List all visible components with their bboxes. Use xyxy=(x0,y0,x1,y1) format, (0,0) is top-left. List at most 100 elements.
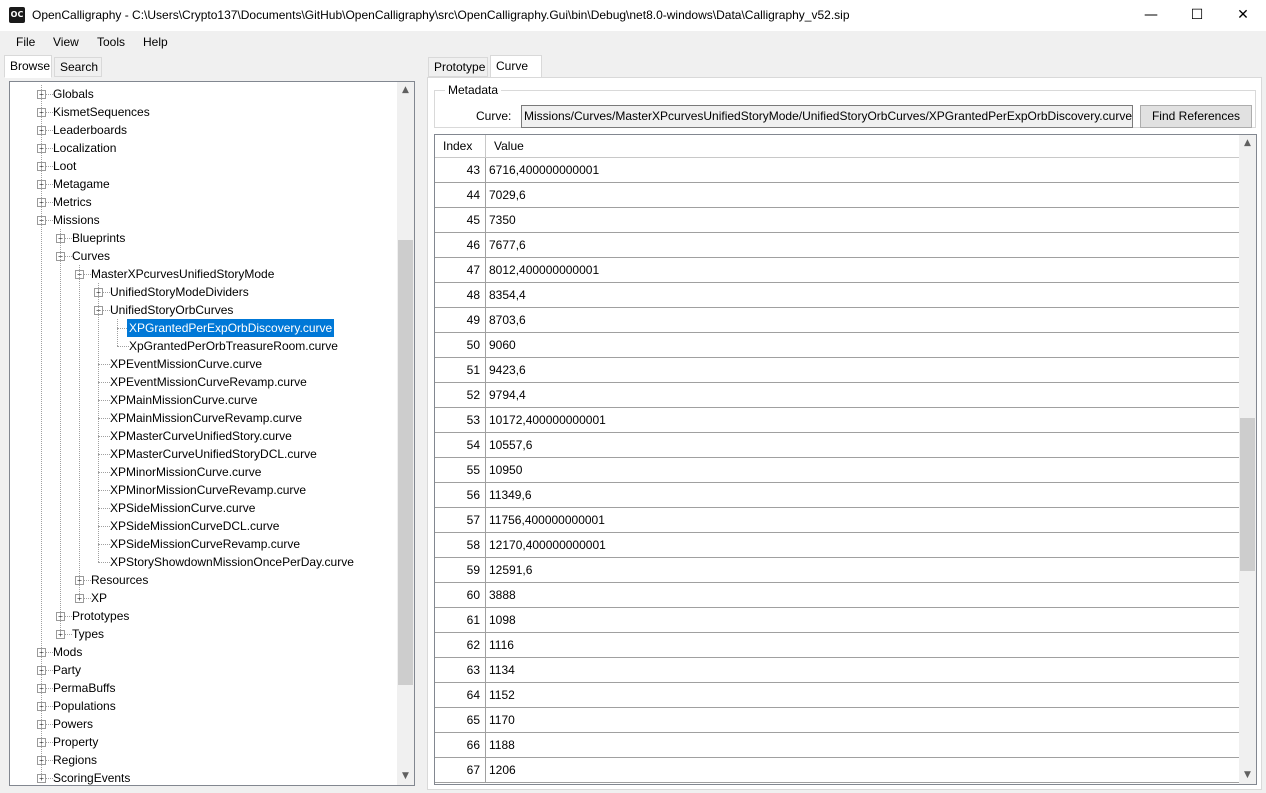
index-cell[interactable]: 57 xyxy=(435,508,486,532)
table-row[interactable]: 61 1098 xyxy=(435,608,1241,633)
index-cell[interactable]: 59 xyxy=(435,558,486,582)
scroll-down-icon[interactable]: ▼ xyxy=(397,768,414,785)
value-cell[interactable]: 1134 xyxy=(486,658,515,682)
table-row[interactable]: 63 1134 xyxy=(435,658,1241,683)
index-cell[interactable]: 67 xyxy=(435,758,486,782)
table-row[interactable]: 59 12591,6 xyxy=(435,558,1241,583)
value-cell[interactable]: 8012,400000000001 xyxy=(486,258,599,282)
index-cell[interactable]: 64 xyxy=(435,683,486,707)
value-cell[interactable]: 8703,6 xyxy=(486,308,526,332)
value-cell[interactable]: 9794,4 xyxy=(486,383,526,407)
value-cell[interactable]: 1206 xyxy=(486,758,516,782)
index-cell[interactable]: 62 xyxy=(435,633,486,657)
index-cell[interactable]: 53 xyxy=(435,408,486,432)
index-cell[interactable]: 46 xyxy=(435,233,486,257)
value-cell[interactable]: 1188 xyxy=(486,733,515,757)
table-row[interactable]: 67 1206 xyxy=(435,758,1241,783)
value-cell[interactable]: 10950 xyxy=(486,458,522,482)
tree-scrollbar[interactable]: ▲ ▼ xyxy=(397,82,414,785)
index-cell[interactable]: 66 xyxy=(435,733,486,757)
index-cell[interactable]: 50 xyxy=(435,333,486,357)
menu-tools[interactable]: Tools xyxy=(97,35,125,49)
table-row[interactable]: 46 7677,6 xyxy=(435,233,1241,258)
table-row[interactable]: 56 11349,6 xyxy=(435,483,1241,508)
value-cell[interactable]: 1116 xyxy=(486,633,514,657)
value-cell[interactable]: 7029,6 xyxy=(486,183,526,207)
value-cell[interactable]: 7350 xyxy=(486,208,516,232)
value-cell[interactable]: 11756,400000000001 xyxy=(486,508,605,532)
value-cell[interactable]: 1152 xyxy=(486,683,515,707)
minimize-button[interactable]: — xyxy=(1128,0,1174,31)
table-row[interactable]: 57 11756,400000000001 xyxy=(435,508,1241,533)
index-cell[interactable]: 48 xyxy=(435,283,486,307)
grid-scroll-thumb[interactable] xyxy=(1240,418,1255,571)
value-cell[interactable]: 12170,400000000001 xyxy=(486,533,606,557)
table-row[interactable]: 55 10950 xyxy=(435,458,1241,483)
table-row[interactable]: 52 9794,4 xyxy=(435,383,1241,408)
close-button[interactable]: ✕ xyxy=(1220,0,1266,31)
browse-tree[interactable]: + Globals + KismetSequences + Leaderboards + Lo… xyxy=(9,81,415,786)
index-cell[interactable]: 60 xyxy=(435,583,486,607)
table-row[interactable]: 60 3888 xyxy=(435,583,1241,608)
table-row[interactable]: 45 7350 xyxy=(435,208,1241,233)
value-cell[interactable]: 9060 xyxy=(486,333,516,357)
maximize-button[interactable]: ☐ xyxy=(1174,0,1220,31)
tab-browse[interactable]: Browse xyxy=(4,55,52,78)
table-row[interactable]: 43 6716,400000000001 xyxy=(435,158,1241,183)
table-row[interactable]: 64 1152 xyxy=(435,683,1241,708)
table-row[interactable]: 58 12170,400000000001 xyxy=(435,533,1241,558)
table-row[interactable]: 47 8012,400000000001 xyxy=(435,258,1241,283)
table-row[interactable]: 50 9060 xyxy=(435,333,1241,358)
value-cell[interactable]: 10172,400000000001 xyxy=(486,408,606,432)
index-cell[interactable]: 49 xyxy=(435,308,486,332)
index-cell[interactable]: 51 xyxy=(435,358,486,382)
menu-view[interactable]: View xyxy=(53,35,79,49)
index-cell[interactable]: 45 xyxy=(435,208,486,232)
menu-file[interactable]: File xyxy=(16,35,35,49)
column-header-index[interactable]: Index xyxy=(435,135,486,158)
tab-curve[interactable]: Curve xyxy=(490,55,542,78)
index-cell[interactable]: 65 xyxy=(435,708,486,732)
value-cell[interactable]: 7677,6 xyxy=(486,233,526,257)
value-cell[interactable]: 8354,4 xyxy=(486,283,526,307)
index-cell[interactable]: 52 xyxy=(435,383,486,407)
scroll-up-icon[interactable]: ▲ xyxy=(397,82,414,99)
column-header-value[interactable]: Value xyxy=(486,135,1241,158)
value-cell[interactable]: 6716,400000000001 xyxy=(486,158,599,182)
value-cell[interactable]: 3888 xyxy=(486,583,516,607)
index-cell[interactable]: 55 xyxy=(435,458,486,482)
curve-path-field[interactable]: Missions/Curves/MasterXPcurvesUnifiedSto… xyxy=(521,105,1133,128)
value-cell[interactable]: 12591,6 xyxy=(486,558,532,582)
index-cell[interactable]: 47 xyxy=(435,258,486,282)
table-row[interactable]: 53 10172,400000000001 xyxy=(435,408,1241,433)
table-row[interactable]: 51 9423,6 xyxy=(435,358,1241,383)
index-cell[interactable]: 61 xyxy=(435,608,486,632)
table-row[interactable]: 54 10557,6 xyxy=(435,433,1241,458)
value-cell[interactable]: 1170 xyxy=(486,708,515,732)
tree-scroll-thumb[interactable] xyxy=(398,240,413,685)
index-cell[interactable]: 63 xyxy=(435,658,486,682)
tab-prototype[interactable]: Prototype xyxy=(428,57,488,77)
table-row[interactable]: 65 1170 xyxy=(435,708,1241,733)
value-cell[interactable]: 9423,6 xyxy=(486,358,526,382)
grid-scroll-up-icon[interactable]: ▲ xyxy=(1239,135,1256,152)
tab-search[interactable]: Search xyxy=(54,57,102,77)
index-cell[interactable]: 58 xyxy=(435,533,486,557)
table-row[interactable]: 48 8354,4 xyxy=(435,283,1241,308)
index-cell[interactable]: 54 xyxy=(435,433,486,457)
index-cell[interactable]: 44 xyxy=(435,183,486,207)
grid-scrollbar[interactable]: ▲ ▼ xyxy=(1239,135,1256,784)
find-references-button[interactable]: Find References xyxy=(1140,105,1252,128)
value-cell[interactable]: 10557,6 xyxy=(486,433,532,457)
value-cell[interactable]: 11349,6 xyxy=(486,483,532,507)
index-cell[interactable]: 43 xyxy=(435,158,486,182)
grid-scroll-down-icon[interactable]: ▼ xyxy=(1239,767,1256,784)
table-row[interactable]: 44 7029,6 xyxy=(435,183,1241,208)
table-row[interactable]: 49 8703,6 xyxy=(435,308,1241,333)
table-row[interactable]: 62 1116 xyxy=(435,633,1241,658)
value-cell[interactable]: 1098 xyxy=(486,608,516,632)
curve-values-grid[interactable]: Index Value 43 6716,400000000001 44 7029,6 4… xyxy=(434,134,1257,785)
index-cell[interactable]: 56 xyxy=(435,483,486,507)
table-row[interactable]: 66 1188 xyxy=(435,733,1241,758)
menu-help[interactable]: Help xyxy=(143,35,168,49)
